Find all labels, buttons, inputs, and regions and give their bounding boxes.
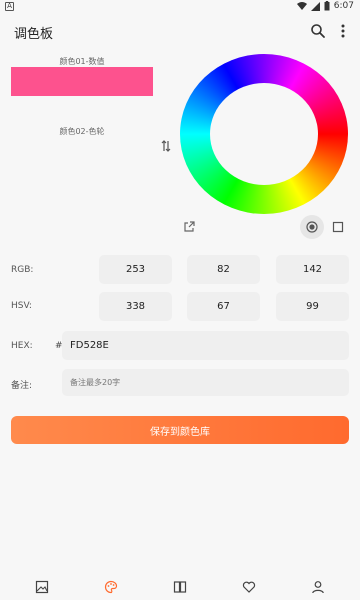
square-icon[interactable] [332, 221, 344, 233]
hex-label: HEX: [11, 341, 33, 351]
wifi-icon [296, 1, 307, 10]
gallery-icon[interactable] [35, 580, 49, 594]
color02-label: 颜色02-色轮 [59, 127, 105, 136]
library-icon[interactable] [173, 580, 187, 594]
note-input[interactable] [62, 369, 349, 396]
rgb-label: RGB: [11, 265, 34, 275]
heart-icon[interactable] [242, 580, 256, 594]
battery-icon [324, 1, 330, 11]
search-icon[interactable] [310, 23, 326, 39]
hex-input[interactable]: FD528E [62, 331, 349, 360]
hsv-v-field[interactable]: 99 [276, 292, 349, 321]
swap-icon[interactable] [161, 140, 171, 152]
status-bar: A 6:07 [0, 0, 360, 14]
signal-icon [310, 1, 320, 11]
rgb-r-field[interactable]: 253 [99, 255, 172, 284]
color01-label: 颜色01-数值 [59, 57, 105, 66]
palette-icon[interactable] [104, 580, 118, 594]
note-label: 备注: [11, 381, 33, 391]
save-to-library-button[interactable]: 保存到颜色库 [11, 416, 349, 444]
rgb-b-field[interactable]: 142 [276, 255, 349, 284]
notification-badge-icon: A [5, 2, 14, 11]
hsv-s-field[interactable]: 67 [187, 292, 260, 321]
bottom-nav [0, 574, 360, 600]
color-wheel-center [210, 83, 318, 185]
color-swatch[interactable] [11, 67, 153, 96]
open-external-icon[interactable] [183, 221, 195, 233]
hsv-label: HSV: [11, 301, 32, 311]
radio-circle-icon [306, 221, 318, 233]
user-icon[interactable] [311, 580, 325, 594]
rgb-g-field[interactable]: 82 [187, 255, 260, 284]
more-vertical-icon[interactable] [338, 23, 348, 39]
page-title: 调色板 [14, 27, 54, 42]
app-bar: 调色板 [0, 14, 360, 50]
hsv-h-field[interactable]: 338 [99, 292, 172, 321]
status-time: 6:07 [333, 1, 354, 11]
wheel-mode-button[interactable] [300, 215, 324, 239]
